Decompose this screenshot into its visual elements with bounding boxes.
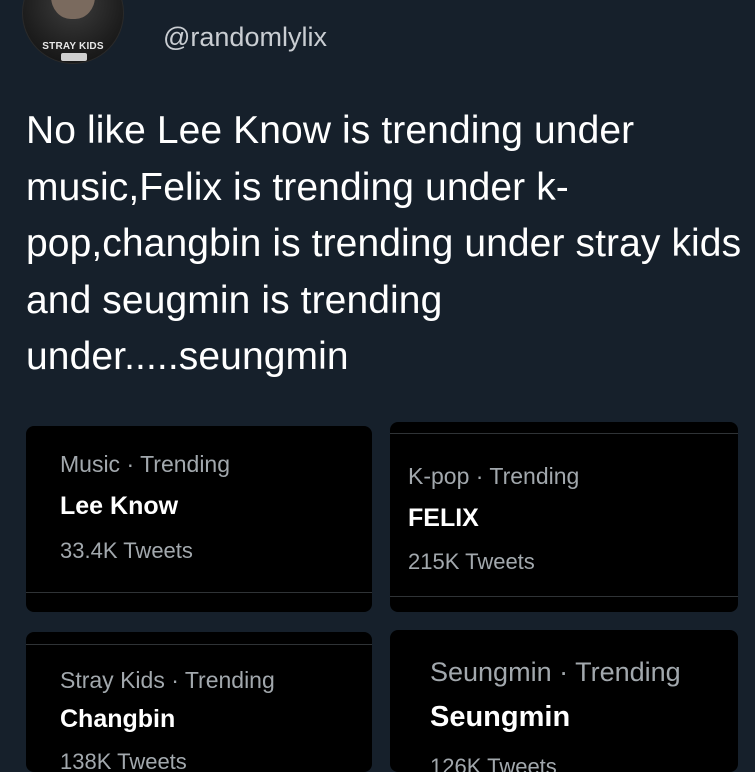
trend-name: FELIX xyxy=(408,504,479,532)
trend-context: K-pop · Trending xyxy=(408,463,580,489)
trend-context: Music · Trending xyxy=(60,451,231,477)
trend-context: Seungmin · Trending xyxy=(430,657,681,687)
avatar-logo-text: STRAY KIDS xyxy=(42,41,104,52)
trend-name: Lee Know xyxy=(60,492,179,520)
trend-context: Stray Kids · Trending xyxy=(60,667,275,693)
trend-name: Seungmin xyxy=(430,701,571,733)
trend-name: Changbin xyxy=(60,705,176,733)
card-divider xyxy=(390,433,738,434)
author-handle[interactable]: @randomlylix xyxy=(163,24,327,51)
avatar[interactable]: STRAY KIDS xyxy=(22,0,124,64)
trend-card-seungmin[interactable]: Seungmin · Trending Seungmin 126K Tweets xyxy=(390,630,738,772)
trend-card-lee-know[interactable]: Music · Trending Lee Know 33.4K Tweets xyxy=(26,426,372,612)
tweet-text: No like Lee Know is trending under music… xyxy=(26,109,742,378)
card-divider xyxy=(26,644,372,645)
trend-tweet-count: 33.4K Tweets xyxy=(60,538,193,563)
trend-card-felix[interactable]: K-pop · Trending FELIX 215K Tweets xyxy=(390,422,738,612)
avatar-logo-mark xyxy=(61,53,87,61)
trend-card-changbin[interactable]: Stray Kids · Trending Changbin 138K Twee… xyxy=(26,632,372,772)
card-divider xyxy=(390,596,738,597)
trend-tweet-count: 138K Tweets xyxy=(60,749,187,772)
avatar-face xyxy=(51,0,95,19)
card-divider xyxy=(26,592,372,593)
trend-tweet-count: 215K Tweets xyxy=(408,549,535,574)
trend-tweet-count: 126K Tweets xyxy=(430,754,557,772)
